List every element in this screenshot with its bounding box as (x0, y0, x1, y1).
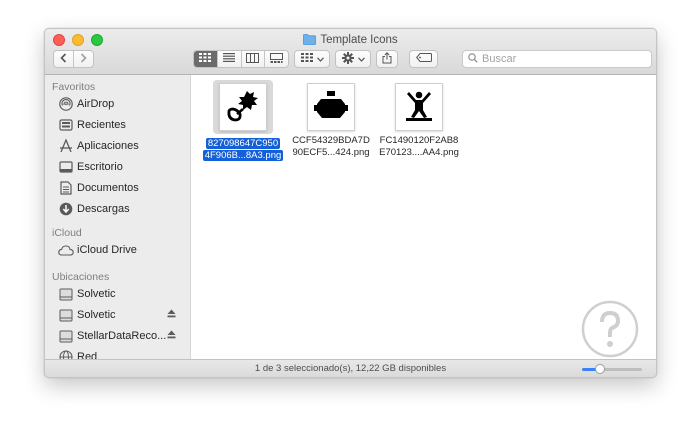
drive-icon (58, 307, 74, 323)
sidebar-item-label: Aplicaciones (77, 140, 139, 152)
cloud-icon (58, 242, 74, 258)
airdrop-icon (58, 96, 74, 112)
sidebar-item-icloud-drive[interactable]: iCloud Drive (58, 241, 186, 259)
folder-icon (303, 34, 317, 49)
tree-hand-icon (225, 88, 261, 127)
column-view-button[interactable] (240, 51, 265, 67)
file-item[interactable]: 827098647C950 4F906B...8A3.png (195, 80, 291, 162)
gear-icon (341, 51, 354, 67)
drive-icon (58, 286, 74, 302)
grid-icon (199, 53, 212, 65)
sidebar-item-recents[interactable]: Recientes (58, 116, 186, 134)
sidebar-item-label: Red (77, 351, 98, 359)
file-thumbnail (395, 83, 443, 131)
sidebar-item-desktop[interactable]: Escritorio (58, 158, 186, 176)
share-icon (382, 51, 392, 67)
sidebar-item-label: StellarDataReco... (77, 330, 167, 342)
columns-icon (246, 52, 260, 66)
file-name: 827098647C950 4F906B...8A3.png (202, 138, 284, 161)
sidebar-item-applications[interactable]: Aplicaciones (58, 137, 186, 155)
icon-view-button[interactable] (194, 51, 217, 67)
file-thumbnail-selection (213, 80, 273, 134)
sidebar-item-label: Recientes (77, 119, 126, 131)
search-input[interactable] (482, 53, 642, 65)
desktop-icon (58, 159, 74, 175)
group-by-button[interactable] (294, 50, 330, 68)
file-name: CCF54329BDA7D 90ECF5...424.png (292, 135, 370, 158)
sidebar: Favoritos AirDrop Recientes Aplicaciones… (45, 75, 191, 359)
search-field[interactable] (462, 50, 652, 68)
sidebar-item-label: iCloud Drive (77, 244, 137, 256)
documents-icon (58, 180, 74, 196)
file-name: FC1490120F2AB8 E70123....AA4.png (379, 135, 459, 158)
network-icon (58, 349, 74, 359)
sidebar-item-downloads[interactable]: Descargas (58, 200, 186, 218)
search-icon (468, 52, 478, 66)
navigation-buttons (53, 50, 94, 68)
tags-button[interactable] (409, 50, 438, 68)
recents-icon (58, 117, 74, 133)
sidebar-item-network[interactable]: Red (58, 348, 186, 359)
section-title-locations: Ubicaciones (52, 271, 110, 283)
file-item[interactable]: FC1490120F2AB8 E70123....AA4.png (371, 80, 467, 159)
section-title-icloud: iCloud (52, 227, 82, 239)
back-button[interactable] (54, 51, 73, 67)
sidebar-item-label: Solvetic (77, 309, 116, 321)
chevron-right-icon (80, 52, 87, 66)
window-title-text: Template Icons (320, 34, 398, 46)
sidebar-item-solvetic-2[interactable]: Solvetic (58, 306, 186, 324)
status-text: 1 de 3 seleccionado(s), 12,22 GB disponi… (254, 363, 447, 374)
finder-window: Template Icons Buscar Favoritos AirDrop … (44, 28, 657, 378)
section-title-favorites: Favoritos (52, 81, 96, 93)
forward-button[interactable] (74, 51, 93, 67)
sidebar-item-solvetic[interactable]: Solvetic (58, 285, 186, 303)
tag-icon (415, 53, 432, 65)
icon-size-slider[interactable] (582, 364, 642, 374)
sidebar-item-airdrop[interactable]: AirDrop (58, 95, 186, 113)
grid-icon (300, 53, 313, 65)
file-thumbnail (219, 83, 267, 131)
status-bar: 1 de 3 seleccionado(s), 12,22 GB disponi… (45, 359, 656, 377)
sidebar-item-label: Escritorio (77, 161, 123, 173)
file-thumbnail (307, 83, 355, 131)
drive-icon (58, 328, 74, 344)
sidebar-item-label: Solvetic (77, 288, 116, 300)
gallery-view-button[interactable] (264, 51, 288, 67)
eject-icon[interactable] (167, 309, 176, 321)
share-button[interactable] (376, 50, 398, 68)
list-view-button[interactable] (216, 51, 241, 67)
chevron-down-icon (357, 53, 365, 65)
toolbar: Template Icons (45, 29, 656, 75)
solvetic-logo (581, 300, 639, 361)
sidebar-item-label: Descargas (77, 203, 130, 215)
person-icon (401, 88, 437, 127)
list-icon (223, 53, 236, 65)
sidebar-item-label: Documentos (77, 182, 139, 194)
action-menu-button[interactable] (335, 50, 371, 68)
gallery-icon (270, 52, 284, 66)
chevron-down-icon (316, 53, 324, 65)
downloads-icon (58, 201, 74, 217)
slider-knob[interactable] (595, 364, 605, 374)
sidebar-item-label: AirDrop (77, 98, 115, 110)
sidebar-item-stellar[interactable]: StellarDataReco... (58, 327, 186, 345)
sidebar-item-documents[interactable]: Documentos (58, 179, 186, 197)
engine-icon (313, 88, 349, 127)
applications-icon (58, 138, 74, 154)
chevron-left-icon (60, 52, 67, 66)
eject-icon[interactable] (167, 330, 176, 342)
window-title: Template Icons (45, 33, 656, 49)
file-item[interactable]: CCF54329BDA7D 90ECF5...424.png (283, 80, 379, 159)
view-mode-selector (193, 50, 289, 68)
